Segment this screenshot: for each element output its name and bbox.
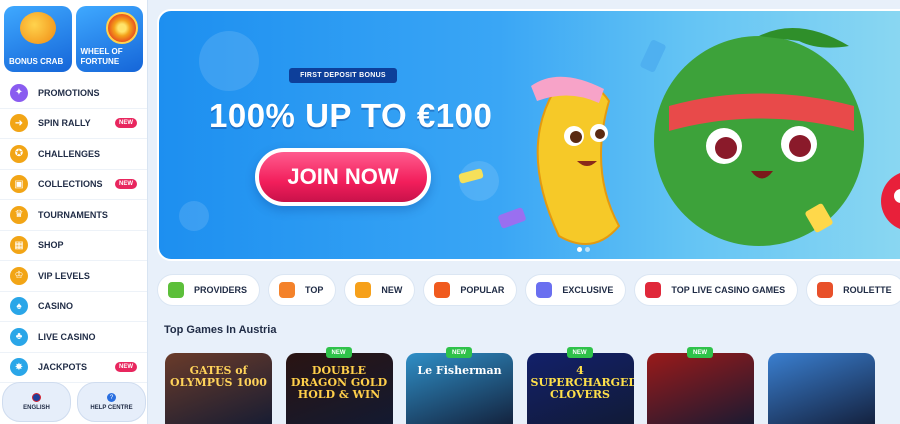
category-new[interactable]: NEW bbox=[344, 274, 416, 306]
sidebar-item-challenges[interactable]: ✪ CHALLENGES bbox=[0, 139, 147, 170]
bonus-crab-tile[interactable]: BONUS CRAB bbox=[4, 6, 72, 72]
sidebar-item-label: COLLECTIONS bbox=[38, 179, 103, 190]
new-badge: NEW bbox=[687, 347, 713, 358]
shop-icon: ▦ bbox=[10, 236, 28, 255]
jackpot-icon: ✸ bbox=[10, 358, 28, 377]
sidebar-item-label: LIVE CASINO bbox=[38, 331, 96, 342]
game-title: GATES of OLYMPUS 1000 bbox=[170, 364, 267, 389]
category-exclusive[interactable]: EXCLUSIVE bbox=[525, 274, 627, 306]
sidebar-item-label: PROMOTIONS bbox=[38, 87, 100, 98]
sidebar-item-promotions[interactable]: ✦ PROMOTIONS bbox=[0, 78, 147, 109]
category-label: TOP bbox=[305, 285, 324, 295]
category-top-live-casino-games[interactable]: TOP LIVE CASINO GAMES bbox=[634, 274, 799, 306]
category-top[interactable]: TOP bbox=[268, 274, 337, 306]
roulette-icon bbox=[817, 282, 834, 298]
providers-icon bbox=[168, 282, 184, 298]
new-badge: NEW bbox=[115, 361, 137, 372]
game-title: DOUBLE DRAGON GOLD HOLD & WIN bbox=[290, 364, 388, 401]
lightning-icon bbox=[355, 282, 372, 298]
gift-icon: ✦ bbox=[10, 83, 28, 102]
category-label: NEW bbox=[381, 285, 403, 295]
section-title: Top Games In Austria bbox=[164, 324, 277, 336]
banner-headline: 100% UP TO €100 bbox=[209, 97, 493, 134]
sidebar: BONUS CRAB WHEEL OF FORTUNE ✦ PROMOTIONS ➜… bbox=[0, 0, 148, 424]
sidebar-item-label: CHALLENGES bbox=[38, 148, 101, 159]
new-badge: NEW bbox=[115, 178, 137, 189]
game-card[interactable]: DOUBLE DRAGON GOLD HOLD & WIN bbox=[285, 353, 393, 424]
trophy-icon: ♛ bbox=[10, 205, 28, 224]
game-title: 4 SUPERCHARGED CLOVERS bbox=[530, 364, 634, 401]
games-row: GATES of OLYMPUS 1000 DOUBLE DRAGON GOLD … bbox=[165, 349, 900, 424]
language-label: ENGLISH bbox=[23, 405, 50, 411]
new-badge: NEW bbox=[566, 347, 593, 358]
category-label: ROULETTE bbox=[843, 285, 892, 295]
new-badge: NEW bbox=[325, 347, 352, 358]
rally-icon: ➜ bbox=[10, 114, 28, 133]
diamond-icon bbox=[536, 282, 553, 298]
collection-icon: ▣ bbox=[10, 175, 28, 194]
first-deposit-bonus-tag: FIRST DEPOSIT BONUS bbox=[289, 68, 397, 83]
category-label: TOP LIVE CASINO GAMES bbox=[671, 285, 786, 295]
wheel-of-fortune-label: WHEEL OF FORTUNE bbox=[80, 47, 123, 66]
dice-icon bbox=[645, 282, 662, 298]
game-title: Le Fisherman bbox=[417, 364, 502, 377]
category-bar: PROVIDERS TOP NEW POPULAR EXCLUSIVE TOP LIVE … bbox=[157, 274, 900, 308]
game-card[interactable] bbox=[767, 353, 875, 424]
category-roulette[interactable]: ROULETTE bbox=[806, 274, 900, 306]
sidebar-footer: ENGLISH ? HELP CENTRE bbox=[0, 380, 148, 424]
sidebar-item-label: SHOP bbox=[38, 240, 64, 251]
help-centre-label: HELP CENTRE bbox=[90, 405, 133, 411]
sidebar-item-label: JACKPOTS bbox=[38, 362, 88, 373]
category-label: EXCLUSIVE bbox=[562, 285, 614, 295]
wheel-of-fortune-tile[interactable]: WHEEL OF FORTUNE bbox=[75, 6, 143, 72]
casino-icon: ♠ bbox=[10, 297, 28, 316]
sidebar-item-tournaments[interactable]: ♛ TOURNAMENTS bbox=[0, 200, 147, 231]
carousel-dot[interactable] bbox=[577, 247, 582, 252]
sidebar-item-casino[interactable]: ♠ CASINO bbox=[0, 292, 147, 322]
help-icon: ? bbox=[107, 393, 116, 402]
uk-flag-icon bbox=[32, 393, 41, 402]
sidebar-item-jackpots[interactable]: ✸ JACKPOTS NEW bbox=[0, 353, 147, 383]
game-card[interactable]: GATES of OLYMPUS 1000 bbox=[165, 353, 272, 424]
sidebar-menu: ✦ PROMOTIONS ➜ SPIN RALLY NEW ✪ CHALLENGES ▣ COL… bbox=[0, 78, 147, 383]
live-casino-icon: ♣ bbox=[10, 327, 28, 346]
language-button[interactable]: ENGLISH bbox=[2, 382, 71, 422]
new-badge: NEW bbox=[446, 347, 472, 358]
sidebar-item-vip-levels[interactable]: ♔ VIP LEVELS bbox=[0, 261, 147, 292]
sidebar-item-label: CASINO bbox=[38, 301, 74, 312]
sidebar-item-label: SPIN RALLY bbox=[38, 118, 91, 129]
hero-banner[interactable]: FIRST DEPOSIT BONUS 100% UP TO €100 JOIN… bbox=[157, 9, 900, 261]
sidebar-item-label: TOURNAMENTS bbox=[38, 209, 108, 220]
sidebar-item-shop[interactable]: ▦ SHOP bbox=[0, 231, 147, 261]
sidebar-item-label: VIP LEVELS bbox=[38, 270, 90, 281]
category-label: POPULAR bbox=[460, 285, 505, 295]
sidebar-item-collections[interactable]: ▣ COLLECTIONS NEW bbox=[0, 170, 147, 200]
fortune-wheel-icon bbox=[105, 12, 138, 44]
sidebar-item-live-casino[interactable]: ♣ LIVE CASINO bbox=[0, 322, 147, 353]
promo-tiles: BONUS CRAB WHEEL OF FORTUNE bbox=[0, 0, 147, 76]
fruit-characters-illustration bbox=[458, 28, 900, 246]
carousel-dots bbox=[577, 247, 590, 252]
new-badge: NEW bbox=[115, 117, 137, 128]
category-label: PROVIDERS bbox=[194, 285, 248, 295]
category-popular[interactable]: POPULAR bbox=[423, 274, 518, 306]
top-crown-icon bbox=[279, 282, 296, 298]
flame-icon bbox=[434, 282, 451, 298]
game-card[interactable]: 4 SUPERCHARGED CLOVERS bbox=[526, 353, 634, 424]
crab-claw-icon bbox=[20, 12, 56, 44]
help-centre-button[interactable]: ? HELP CENTRE bbox=[77, 382, 146, 422]
game-card[interactable] bbox=[647, 353, 754, 424]
game-card[interactable]: Le Fisherman bbox=[406, 353, 513, 424]
sidebar-item-spin-rally[interactable]: ➜ SPIN RALLY NEW bbox=[0, 109, 147, 139]
category-providers[interactable]: PROVIDERS bbox=[157, 274, 261, 306]
join-now-button[interactable]: JOIN NOW bbox=[255, 148, 431, 206]
carousel-dot[interactable] bbox=[585, 247, 590, 252]
crown-icon: ♔ bbox=[10, 266, 28, 285]
bonus-crab-label: BONUS CRAB bbox=[9, 57, 64, 66]
challenge-icon: ✪ bbox=[10, 144, 28, 163]
